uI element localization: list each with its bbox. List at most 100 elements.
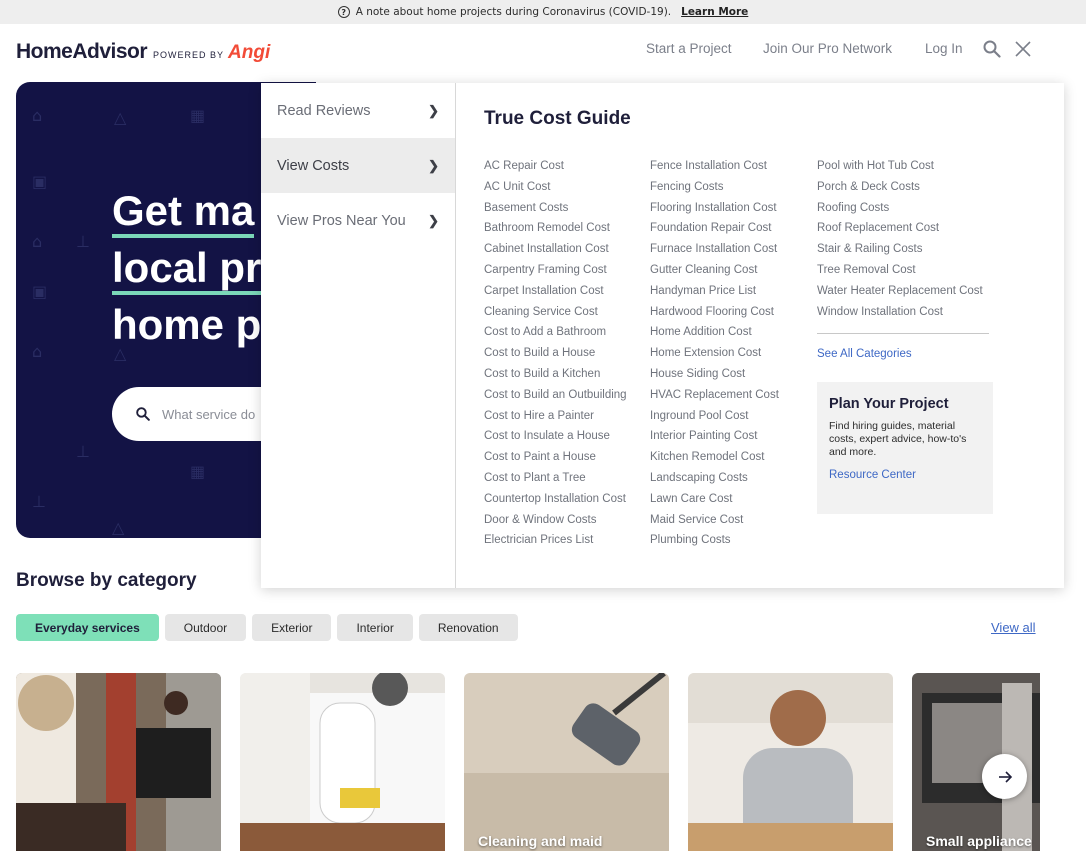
resource-center-link[interactable]: Resource Center — [829, 469, 981, 481]
cost-guide-link[interactable]: Interior Painting Cost — [650, 426, 779, 447]
chevron-right-icon: ❯ — [428, 212, 439, 228]
cost-guide-link[interactable]: Cost to Paint a House — [484, 447, 627, 468]
menu-view-costs[interactable]: View Costs ❯ — [261, 138, 455, 193]
cost-guide-link[interactable]: Lawn Care Cost — [650, 489, 779, 510]
card-image — [688, 673, 893, 851]
view-all-link[interactable]: View all — [991, 620, 1036, 635]
category-card[interactable] — [16, 673, 221, 851]
cost-guide-link[interactable]: Home Extension Cost — [650, 343, 779, 364]
carousel-next-button[interactable] — [982, 754, 1027, 799]
cost-guide-link[interactable]: Plumbing Costs — [650, 530, 779, 551]
learn-more-link[interactable]: Learn More — [681, 6, 748, 18]
see-all-categories-link[interactable]: See All Categories — [817, 344, 987, 364]
chip-exterior[interactable]: Exterior — [252, 614, 332, 641]
cost-guide-link[interactable]: Cost to Add a Bathroom — [484, 322, 627, 343]
cost-guide-link[interactable]: Cost to Build a Kitchen — [484, 364, 627, 385]
cost-guide-link[interactable]: Cabinet Installation Cost — [484, 239, 627, 260]
cost-guide-dropdown: Read Reviews ❯ View Costs ❯ View Pros Ne… — [261, 83, 1064, 588]
card-label: Small appliance — [926, 833, 1032, 849]
card-image — [240, 673, 445, 851]
help-icon: ? — [337, 6, 350, 18]
lamp-icon: ⊥ — [76, 442, 90, 461]
cost-guide-link[interactable]: Door & Window Costs — [484, 510, 627, 531]
cost-guide-link[interactable]: House Siding Cost — [650, 364, 779, 385]
chevron-right-icon: ❯ — [428, 157, 439, 173]
cost-guide-link[interactable]: Gutter Cleaning Cost — [650, 260, 779, 281]
cost-guide-link[interactable]: Roofing Costs — [817, 198, 987, 219]
menu-view-pros-near-you[interactable]: View Pros Near You ❯ — [261, 193, 455, 248]
homeadvisor-logo[interactable]: HomeAdvisor POWERED BY Angi — [16, 40, 270, 64]
cost-guide-link[interactable]: Porch & Deck Costs — [817, 177, 987, 198]
cost-guide-link[interactable]: Bathroom Remodel Cost — [484, 218, 627, 239]
cost-guide-link[interactable]: Furnace Installation Cost — [650, 239, 779, 260]
cost-guide-link[interactable]: Basement Costs — [484, 198, 627, 219]
cost-guide-link[interactable]: Cost to Build an Outbuilding — [484, 385, 627, 406]
cost-guide-link[interactable]: Landscaping Costs — [650, 468, 779, 489]
nav-log-in[interactable]: Log In — [925, 41, 963, 56]
cost-guide-panel: True Cost Guide AC Repair Cost AC Unit Co… — [456, 83, 1064, 588]
chip-interior[interactable]: Interior — [337, 614, 413, 641]
site-header: HomeAdvisor POWERED BY Angi Start a Proj… — [0, 24, 1086, 82]
menu-read-reviews[interactable]: Read Reviews ❯ — [261, 83, 455, 138]
sink-icon: ⌂ — [32, 342, 43, 361]
cost-guide-link[interactable]: Cost to Build a House — [484, 343, 627, 364]
lamp-icon: ⊥ — [76, 232, 90, 251]
nav-join-pro-network[interactable]: Join Our Pro Network — [763, 41, 892, 56]
cost-guide-link[interactable]: Water Heater Replacement Cost — [817, 281, 987, 302]
cost-guide-link[interactable]: Flooring Installation Cost — [650, 198, 779, 219]
cost-guide-title: True Cost Guide — [484, 108, 631, 129]
cost-guide-link[interactable]: Inground Pool Cost — [650, 406, 779, 427]
chip-outdoor[interactable]: Outdoor — [164, 614, 247, 641]
cost-guide-link[interactable]: Fence Installation Cost — [650, 156, 779, 177]
hero-title-line-3: home p — [112, 301, 262, 348]
cost-guide-link[interactable]: Fencing Costs — [650, 177, 779, 198]
cost-guide-link[interactable]: Carpet Installation Cost — [484, 281, 627, 302]
category-card[interactable]: Cleaning and maid — [464, 673, 669, 851]
category-card[interactable] — [240, 673, 445, 851]
divider — [817, 332, 989, 334]
cost-guide-link[interactable]: Carpentry Framing Cost — [484, 260, 627, 281]
cost-guide-link[interactable]: AC Unit Cost — [484, 177, 627, 198]
cost-links-column-3: Pool with Hot Tub Cost Porch & Deck Costs… — [817, 156, 989, 364]
hero-title-line-1: Get ma — [112, 187, 255, 238]
card-image — [464, 673, 669, 851]
category-chips: Everyday services Outdoor Exterior Inter… — [16, 614, 518, 641]
hero-title-line-2: local pr — [112, 244, 262, 295]
arrow-right-icon — [998, 770, 1012, 783]
cost-guide-link[interactable]: Stair & Railing Costs — [817, 239, 987, 260]
card-image — [16, 673, 221, 851]
close-icon[interactable] — [1014, 40, 1032, 58]
cost-guide-link[interactable]: Cleaning Service Cost — [484, 302, 627, 323]
category-cards: Cleaning and maid Small appliance — [16, 673, 1040, 851]
cost-guide-link[interactable]: Electrician Prices List — [484, 530, 627, 551]
plan-title: Plan Your Project — [829, 396, 949, 412]
cost-guide-link[interactable]: Roof Replacement Cost — [817, 218, 987, 239]
cost-guide-link[interactable]: Kitchen Remodel Cost — [650, 447, 779, 468]
cost-guide-link[interactable]: Cost to Plant a Tree — [484, 468, 627, 489]
cost-guide-link[interactable]: Hardwood Flooring Cost — [650, 302, 779, 323]
chip-renovation[interactable]: Renovation — [418, 614, 518, 641]
cost-guide-link[interactable]: AC Repair Cost — [484, 156, 627, 177]
cost-guide-link[interactable]: Handyman Price List — [650, 281, 779, 302]
search-icon[interactable] — [983, 40, 1001, 58]
chip-everyday-services[interactable]: Everyday services — [16, 614, 159, 641]
cost-guide-link[interactable]: Window Installation Cost — [817, 302, 987, 323]
cost-guide-link[interactable]: Cost to Hire a Painter — [484, 406, 627, 427]
nav-start-project[interactable]: Start a Project — [646, 41, 732, 56]
plan-your-project-card: Plan Your Project Find hiring guides, ma… — [817, 382, 993, 514]
cost-guide-link[interactable]: Countertop Installation Cost — [484, 489, 627, 510]
lamp-icon: ⊥ — [32, 492, 46, 511]
cost-guide-link[interactable]: Maid Service Cost — [650, 510, 779, 531]
hero-title: Get ma local pr home p — [112, 182, 262, 353]
powered-by-text: POWERED BY — [153, 50, 225, 60]
roof-icon: △ — [114, 108, 127, 127]
cost-guide-link[interactable]: Tree Removal Cost — [817, 260, 987, 281]
cost-guide-link[interactable]: Home Addition Cost — [650, 322, 779, 343]
cost-guide-link[interactable]: Pool with Hot Tub Cost — [817, 156, 987, 177]
cost-guide-link[interactable]: Foundation Repair Cost — [650, 218, 779, 239]
category-card[interactable] — [688, 673, 893, 851]
cost-guide-link[interactable]: HVAC Replacement Cost — [650, 385, 779, 406]
search-icon — [136, 407, 150, 421]
roof-icon: △ — [112, 518, 125, 537]
cost-guide-link[interactable]: Cost to Insulate a House — [484, 426, 627, 447]
